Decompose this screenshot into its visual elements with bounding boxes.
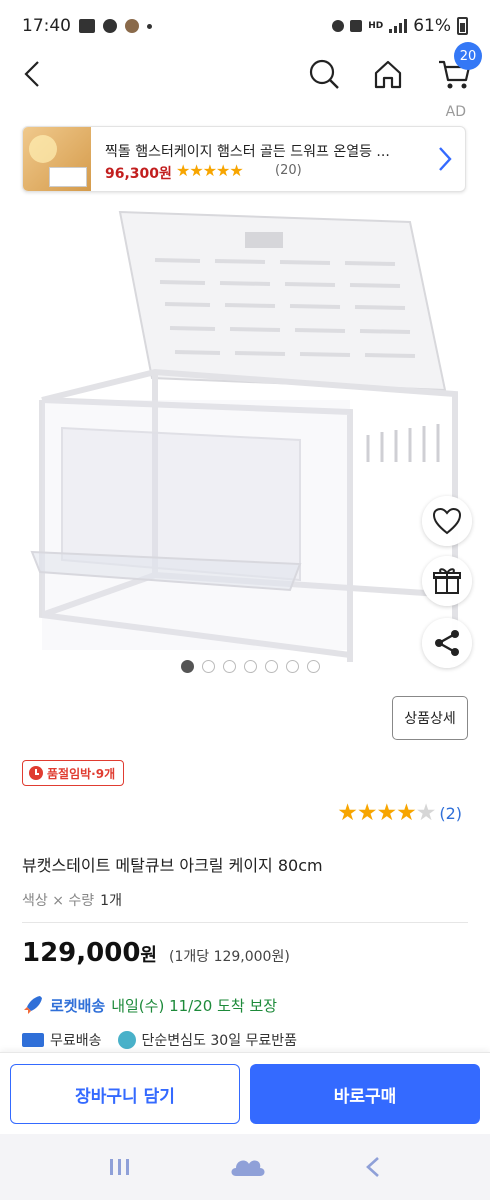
network-type-icon: HD [368,20,384,31]
star-icon: ★ [337,800,358,826]
purchase-action-bar: 장바구니 담기 바로구매 [0,1052,490,1134]
status-time: 17:40 [22,16,71,36]
carousel-dot[interactable] [201,660,215,673]
avatar-notification-icon [125,19,139,33]
rocket-delivery-label: 로켓배송 [50,996,106,1015]
wishlist-button[interactable] [422,496,472,546]
home-button[interactable] [366,52,410,96]
stock-warning-text: 품절임박·9개 [47,766,116,781]
ad-title: 찍돌 햄스터케이지 햄스터 골든 드워프 온열등 ... [105,144,390,160]
rocket-icon [24,996,42,1014]
ad-banner[interactable]: 찍돌 햄스터케이지 햄스터 골든 드워프 온열등 ... 96,300원 ★★★… [22,126,466,192]
option-quantity: 1개 [100,893,122,909]
carousel-dot[interactable] [180,660,194,673]
recent-apps-icon[interactable] [107,1156,133,1178]
ad-review-count: (20) [275,163,302,178]
app-notification-icon [103,19,117,33]
star-icon: ★ [356,800,378,826]
rating-stars: ★★★★★ [337,800,437,826]
alarm-icon [332,20,345,32]
cart-count-badge: 20 [454,42,482,70]
carousel-dot[interactable] [285,660,299,673]
carousel-dot[interactable] [222,660,236,673]
system-navigation-bar [0,1134,490,1200]
home-icon [374,60,402,89]
battery-icon [457,17,468,35]
price-currency: 원 [140,945,157,966]
signal-icon [389,19,408,33]
home-cloud-icon[interactable] [228,1154,268,1180]
unit-price: (1개당 129,000원) [168,949,290,965]
gift-button[interactable] [422,556,472,606]
free-shipping-text: 무료배송 [50,1033,102,1049]
search-button[interactable] [302,52,346,96]
mute-icon [350,20,363,32]
image-carousel-indicator [0,660,490,673]
product-price: 129,000 [22,938,141,968]
battery-percent: 61% [413,16,451,36]
carousel-dot[interactable] [264,660,278,673]
buy-now-button[interactable]: 바로구매 [250,1064,480,1124]
alarm-clock-icon [29,766,43,780]
carousel-dot[interactable] [243,660,257,673]
chevron-right-icon [439,147,452,171]
return-icon [117,1031,136,1049]
back-button[interactable] [10,52,54,96]
back-nav-icon[interactable] [363,1155,383,1179]
ad-product-thumbnail [23,127,91,191]
delivery-date: 내일(수) 11/20 도착 보장 [111,996,278,1015]
gift-icon [433,568,461,594]
product-rating[interactable]: ★★★★★ (2) [337,800,462,826]
option-label: 색상 × 수량 [22,893,95,909]
truck-icon [22,1033,44,1047]
rocket-delivery-info: 로켓배송 내일(수) 11/20 도착 보장 [22,994,277,1016]
star-icon: ★ [415,800,437,826]
price-row: 129,000원 (1개당 129,000원) [22,938,290,968]
status-bar: 17:40 HD 61% [0,0,490,52]
ad-price: 96,300원 [105,166,172,182]
rating-count[interactable]: (2) [439,804,462,823]
acrylic-cage-image [30,210,458,662]
share-icon [435,630,459,656]
stock-warning-badge: 품절임박·9개 [22,760,125,786]
search-icon [309,59,339,89]
star-icon: ★ [396,800,417,826]
product-image[interactable] [0,200,490,670]
option-summary: 색상 × 수량 1개 [22,890,122,910]
product-detail-button[interactable]: 상품상세 [392,696,468,740]
more-notifications-icon [147,23,152,29]
chevron-left-icon [24,61,39,87]
ad-rating-stars: ★★★★★ [176,161,244,180]
heart-icon [432,507,462,535]
ad-label: AD [445,104,466,120]
add-to-cart-button[interactable]: 장바구니 담기 [10,1064,240,1124]
free-return-text: 단순변심도 30일 무료반품 [141,1033,298,1049]
cart-button[interactable]: 20 [432,42,482,96]
star-icon: ★ [376,800,397,826]
product-name: 뷰캣스테이트 메탈큐브 아크릴 케이지 80cm [22,856,323,875]
shipping-info: 무료배송 단순변심도 30일 무료반품 [22,1030,297,1050]
top-navigation: 20 [0,42,490,97]
carousel-dot[interactable] [306,660,320,673]
divider [22,922,468,923]
gallery-notification-icon [79,19,95,33]
